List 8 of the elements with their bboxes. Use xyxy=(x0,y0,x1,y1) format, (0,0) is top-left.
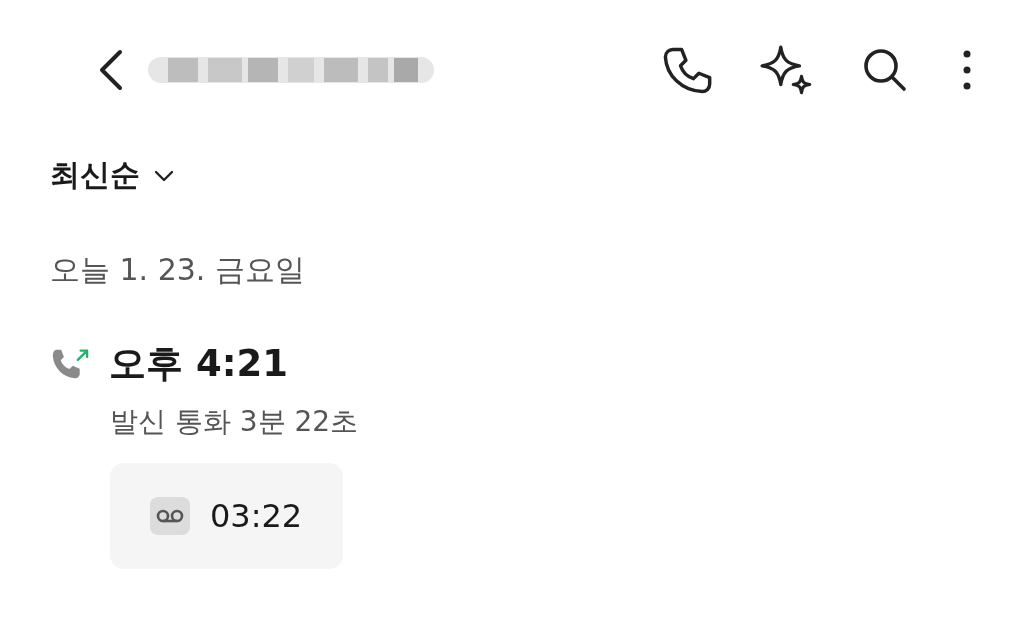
call-detail: 발신 통화 3분 22초 xyxy=(110,404,360,440)
recording-player[interactable]: 03:22 xyxy=(110,463,343,569)
date-header: 오늘 1. 23. 금요일 xyxy=(50,251,306,289)
call-time: 오후 4:21 xyxy=(109,341,288,387)
caret-icon xyxy=(154,169,174,182)
more-icon[interactable] xyxy=(962,48,972,92)
voicemail-icon xyxy=(150,497,190,535)
sort-dropdown[interactable]: 최신순 xyxy=(50,155,174,196)
